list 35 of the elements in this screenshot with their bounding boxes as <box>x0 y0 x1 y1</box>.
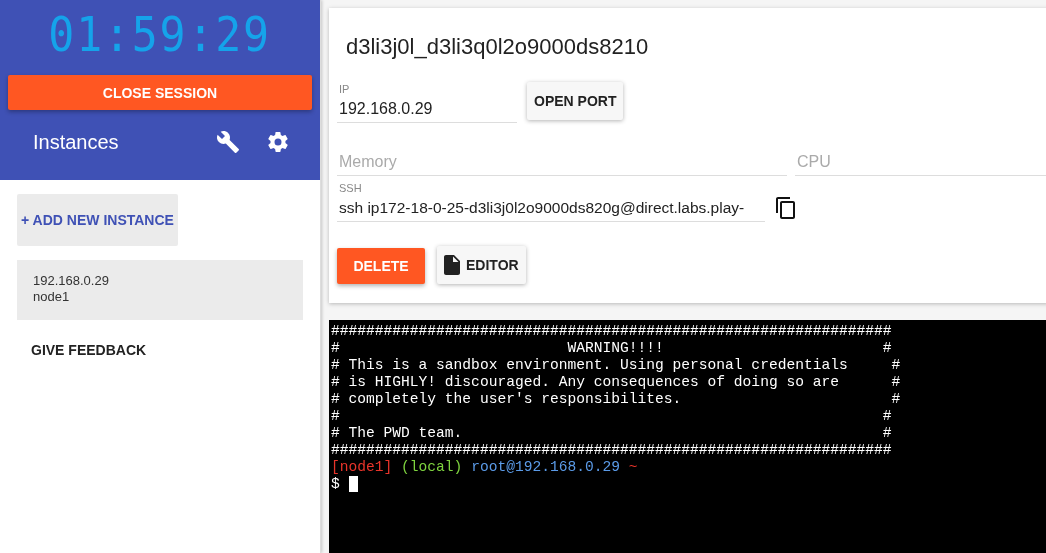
copy-icon[interactable] <box>775 196 797 220</box>
terminal-line: # The PWD team. # <box>331 425 893 442</box>
prompt-user-host: root@192.168.0.29 <box>471 459 621 475</box>
add-instance-button[interactable]: + ADD NEW INSTANCE <box>17 194 178 246</box>
terminal-line: # This is a sandbox environment. Using personal credentials # <box>331 357 902 374</box>
session-timer: 01:59:29 <box>48 6 272 62</box>
terminal-line: # WARNING!!!! # <box>331 340 893 357</box>
document-icon <box>444 255 460 275</box>
instance-ip: 192.168.0.29 <box>33 273 110 289</box>
wrench-icon[interactable] <box>216 130 240 154</box>
prompt-env: (local) <box>401 459 463 475</box>
terminal-line: ################################################################ <box>331 442 893 459</box>
editor-button[interactable]: EDITOR <box>437 246 526 284</box>
ssh-value: ssh ip172-18-0-25-d3li3j0l2o9000ds820g@direct.labs.play- <box>339 199 746 217</box>
open-port-button[interactable]: OPEN PORT <box>527 82 624 120</box>
instances-title: Instances <box>33 130 120 154</box>
terminal-cursor <box>348 476 358 493</box>
terminal-line: ################################################################ <box>331 323 893 340</box>
prompt-path: ~ <box>628 459 638 475</box>
terminal-line: # # <box>331 408 893 425</box>
ssh-label: SSH <box>339 182 363 194</box>
ip-label: IP <box>339 83 351 95</box>
instance-title: d3li3j0l_d3li3q0l2o9000ds8210 <box>346 34 650 60</box>
ssh-field[interactable]: SSH ssh ip172-18-0-25-d3li3j0l2o9000ds820g@direct.labs.play- <box>337 182 765 222</box>
feedback-link[interactable]: GIVE FEEDBACK <box>31 342 303 358</box>
terminal-line: # completely the user's responsibilites. # <box>331 391 902 408</box>
prompt-machine-label: [node1] <box>331 459 393 475</box>
terminal[interactable] <box>329 320 1046 553</box>
instance-name: node1 <box>33 289 71 305</box>
ip-field[interactable]: IP 192.168.0.29 <box>337 83 517 123</box>
settings-icon[interactable] <box>266 130 290 154</box>
terminal-line: # is HIGHLY! discouraged. Any consequences of doing so are # <box>331 374 902 391</box>
instance-item[interactable]: 192.168.0.29 node1 <box>17 260 303 320</box>
ip-value: 192.168.0.29 <box>339 100 434 118</box>
prompt-symbol: $ <box>331 476 340 492</box>
